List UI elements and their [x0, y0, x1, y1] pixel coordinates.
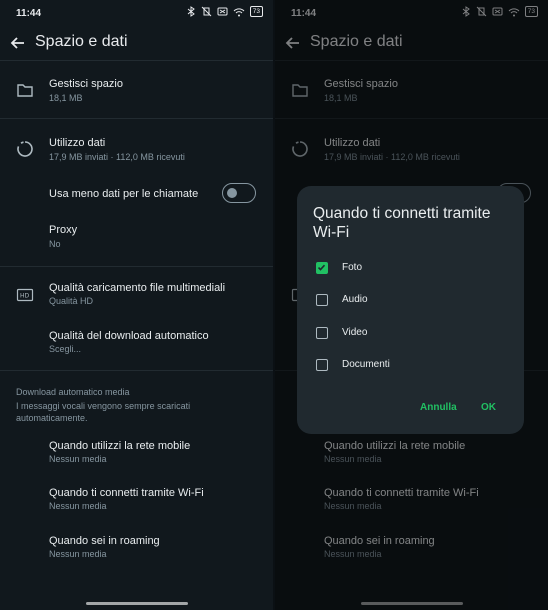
settings-screen-with-dialog: 11:44 73 Spazio e dati Gestisci spazio 1… [275, 0, 548, 610]
auto-download-quality-subtitle: Scegli... [49, 344, 82, 354]
wifi-icon [233, 7, 245, 16]
mobile-download-title: Quando utilizzi la rete mobile [49, 440, 191, 452]
option-label: Foto [342, 262, 363, 273]
wifi-download-subtitle: Nessun media [49, 501, 107, 511]
cancel-button[interactable]: Annulla [420, 402, 457, 413]
roaming-download-title: Quando sei in roaming [49, 535, 160, 547]
option-label: Audio [342, 294, 368, 305]
vibrate-off-icon [201, 6, 212, 17]
auto-download-description: I messaggi vocali vengono sempre scarica… [16, 401, 191, 423]
checkmark-icon [317, 264, 326, 271]
data-usage-title: Utilizzo dati [49, 137, 106, 149]
divider [0, 118, 273, 119]
gesture-nav-handle[interactable] [86, 602, 188, 605]
auto-download-header: Download automatico media [16, 387, 130, 397]
mobile-download-subtitle: Nessun media [49, 454, 107, 464]
option-label: Video [342, 327, 368, 338]
low-data-calls-toggle[interactable] [222, 183, 256, 203]
auto-download-quality-title: Qualità del download automatico [49, 330, 209, 342]
low-data-calls-title: Usa meno dati per le chiamate [49, 188, 199, 200]
ok-button[interactable]: OK [481, 402, 496, 413]
status-time: 11:44 [16, 8, 42, 19]
proxy-subtitle: No [49, 239, 61, 249]
divider [0, 266, 273, 267]
proxy-title: Proxy [49, 224, 78, 236]
hd-icon: HD [16, 288, 34, 302]
option-label: Documenti [342, 359, 390, 370]
audio-checkbox[interactable] [316, 294, 328, 306]
silent-icon [217, 7, 228, 16]
divider [0, 60, 273, 61]
settings-screen: 11:44 73 Spazio e dati Gestisci spazio 1… [0, 0, 273, 610]
media-upload-quality-title: Qualità caricamento file multimediali [49, 282, 226, 294]
app-bar: Spazio e dati [0, 28, 273, 58]
divider [0, 370, 273, 371]
documents-checkbox[interactable] [316, 359, 328, 371]
dialog-title: Quando ti connetti tramite Wi-Fi [313, 205, 491, 241]
data-usage-icon [17, 141, 33, 157]
toggle-thumb [227, 187, 237, 198]
bluetooth-icon [187, 6, 195, 17]
roaming-download-subtitle: Nessun media [49, 549, 107, 559]
media-upload-quality-subtitle: Qualità HD [49, 296, 94, 306]
manage-storage-title: Gestisci spazio [49, 78, 123, 90]
wifi-download-title: Quando ti connetti tramite Wi-Fi [49, 487, 204, 499]
data-usage-subtitle: 17,9 MB inviati · 112,0 MB ricevuti [49, 152, 185, 162]
svg-text:HD: HD [20, 293, 30, 300]
wifi-media-dialog: Quando ti connetti tramite Wi-Fi Foto Au… [297, 186, 524, 434]
video-checkbox[interactable] [316, 327, 328, 339]
status-bar: 11:44 73 [0, 0, 273, 28]
battery-icon: 73 [249, 6, 263, 17]
photo-checkbox[interactable] [316, 262, 328, 274]
status-icons: 73 [187, 6, 263, 17]
back-arrow-icon[interactable] [8, 33, 28, 53]
manage-storage-subtitle: 18,1 MB [49, 93, 83, 103]
folder-icon [17, 84, 33, 97]
page-title: Spazio e dati [35, 33, 128, 50]
